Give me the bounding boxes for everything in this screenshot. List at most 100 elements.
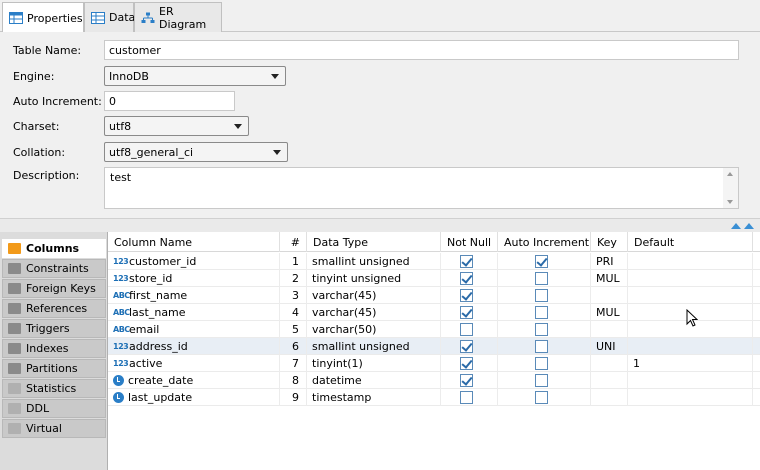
default-cell[interactable] xyxy=(628,372,753,389)
data-type-cell[interactable]: smallint unsigned xyxy=(307,253,441,270)
table-row[interactable]: 123 store_id 2 tinyint unsigned MUL xyxy=(108,270,760,287)
table-row[interactable]: ABC email 5 varchar(50) xyxy=(108,321,760,338)
collapse-up-icon[interactable] xyxy=(731,223,741,229)
table-row[interactable]: create_date 8 datetime xyxy=(108,372,760,389)
columns-grid: Column Name # Data Type Not Null Auto In… xyxy=(108,232,760,470)
tab-data[interactable]: Data xyxy=(84,2,135,32)
auto-increment-checkbox[interactable] xyxy=(535,272,548,285)
data-type-cell[interactable]: datetime xyxy=(307,372,441,389)
auto-increment-checkbox[interactable] xyxy=(535,357,548,370)
text-type-icon: ABC xyxy=(113,308,130,317)
column-name: first_name xyxy=(129,289,188,302)
auto-increment-label: Auto Increment: xyxy=(13,95,102,108)
nav-item-ddl[interactable]: DDL xyxy=(2,399,106,418)
panel-splitter[interactable] xyxy=(0,218,760,232)
header-column-name[interactable]: Column Name xyxy=(108,232,280,252)
engine-select[interactable]: InnoDB xyxy=(104,66,286,86)
table-row[interactable]: last_update 9 timestamp xyxy=(108,389,760,406)
auto-increment-cell xyxy=(498,338,591,355)
chevron-down-icon xyxy=(273,150,281,155)
auto-increment-checkbox[interactable] xyxy=(535,340,548,353)
not-null-checkbox[interactable] xyxy=(460,289,473,302)
auto-increment-checkbox[interactable] xyxy=(535,323,548,336)
nav-item-references[interactable]: References xyxy=(2,299,106,318)
table-name-input[interactable]: customer xyxy=(104,40,739,60)
table-row[interactable]: ABC last_name 4 varchar(45) MUL xyxy=(108,304,760,321)
column-name-cell[interactable]: create_date xyxy=(108,372,280,389)
default-cell[interactable]: 1 xyxy=(628,355,753,372)
nav-item-triggers[interactable]: Triggers xyxy=(2,319,106,338)
header-default[interactable]: Default xyxy=(628,232,753,252)
nav-label: Triggers xyxy=(26,322,70,335)
table-row[interactable]: ABC first_name 3 varchar(45) xyxy=(108,287,760,304)
column-name-cell[interactable]: 123 customer_id xyxy=(108,253,280,270)
nav-item-partitions[interactable]: Partitions xyxy=(2,359,106,378)
header-not-null[interactable]: Not Null xyxy=(441,232,498,252)
not-null-checkbox[interactable] xyxy=(460,374,473,387)
description-scrollbar[interactable] xyxy=(723,168,738,208)
default-cell[interactable] xyxy=(628,338,753,355)
tab-label: ER Diagram xyxy=(159,4,207,31)
auto-increment-checkbox[interactable] xyxy=(535,289,548,302)
data-type-cell[interactable]: varchar(50) xyxy=(307,321,441,338)
not-null-checkbox[interactable] xyxy=(460,357,473,370)
column-name-cell[interactable]: last_update xyxy=(108,389,280,406)
data-type-cell[interactable]: tinyint unsigned xyxy=(307,270,441,287)
default-cell[interactable] xyxy=(628,270,753,287)
default-cell[interactable] xyxy=(628,287,753,304)
not-null-checkbox[interactable] xyxy=(460,323,473,336)
auto-increment-checkbox[interactable] xyxy=(535,391,548,404)
editor-tabs: Properties Data ER Diagram xyxy=(0,0,760,33)
column-name-cell[interactable]: 123 active xyxy=(108,355,280,372)
nav-item-constraints[interactable]: Constraints xyxy=(2,259,106,278)
table-row[interactable]: 123 address_id 6 smallint unsigned UNI xyxy=(108,338,760,355)
column-name-cell[interactable]: 123 store_id xyxy=(108,270,280,287)
not-null-checkbox[interactable] xyxy=(460,340,473,353)
data-type-cell[interactable]: smallint unsigned xyxy=(307,338,441,355)
nav-item-columns[interactable]: Columns xyxy=(2,239,106,258)
nav-item-virtual[interactable]: Virtual xyxy=(2,419,106,438)
description-textarea[interactable]: test xyxy=(104,167,739,209)
not-null-checkbox[interactable] xyxy=(460,306,473,319)
auto-increment-checkbox[interactable] xyxy=(535,306,548,319)
default-cell[interactable] xyxy=(628,389,753,406)
header-key[interactable]: Key xyxy=(591,232,628,252)
data-type-cell[interactable]: varchar(45) xyxy=(307,287,441,304)
key-cell: MUL xyxy=(591,270,628,287)
header-data-type[interactable]: Data Type xyxy=(307,232,441,252)
nav-label: Foreign Keys xyxy=(26,282,96,295)
column-name-cell[interactable]: ABC first_name xyxy=(108,287,280,304)
collation-select[interactable]: utf8_general_ci xyxy=(104,142,288,162)
numeric-type-icon: 123 xyxy=(113,342,129,351)
mouse-cursor-icon xyxy=(686,309,698,327)
nav-item-foreign-keys[interactable]: Foreign Keys xyxy=(2,279,106,298)
data-type-cell[interactable]: timestamp xyxy=(307,389,441,406)
header-number[interactable]: # xyxy=(280,232,307,252)
data-type-cell[interactable]: tinyint(1) xyxy=(307,355,441,372)
auto-increment-input[interactable]: 0 xyxy=(104,91,235,111)
not-null-checkbox[interactable] xyxy=(460,272,473,285)
auto-increment-checkbox[interactable] xyxy=(535,374,548,387)
data-type-cell[interactable]: varchar(45) xyxy=(307,304,441,321)
not-null-checkbox[interactable] xyxy=(460,391,473,404)
properties-form: Table Name: customer Engine: InnoDB Auto… xyxy=(0,32,760,218)
auto-increment-checkbox[interactable] xyxy=(535,255,548,268)
collapse-up-icon[interactable] xyxy=(744,223,754,229)
header-auto-increment[interactable]: Auto Increment xyxy=(498,232,591,252)
tab-er-diagram[interactable]: ER Diagram xyxy=(134,2,222,32)
not-null-cell xyxy=(441,389,498,406)
er-diagram-icon xyxy=(141,12,155,24)
default-cell[interactable] xyxy=(628,253,753,270)
table-row[interactable]: 123 active 7 tinyint(1) 1 xyxy=(108,355,760,372)
column-name-cell[interactable]: 123 address_id xyxy=(108,338,280,355)
nav-item-indexes[interactable]: Indexes xyxy=(2,339,106,358)
nav-item-statistics[interactable]: Statistics xyxy=(2,379,106,398)
nav-label: Virtual xyxy=(26,422,62,435)
key-cell: UNI xyxy=(591,338,628,355)
table-row[interactable]: 123 customer_id 1 smallint unsigned PRI xyxy=(108,253,760,270)
charset-select[interactable]: utf8 xyxy=(104,116,249,136)
tab-properties[interactable]: Properties xyxy=(2,2,84,33)
not-null-checkbox[interactable] xyxy=(460,255,473,268)
column-name-cell[interactable]: ABC last_name xyxy=(108,304,280,321)
column-name-cell[interactable]: ABC email xyxy=(108,321,280,338)
